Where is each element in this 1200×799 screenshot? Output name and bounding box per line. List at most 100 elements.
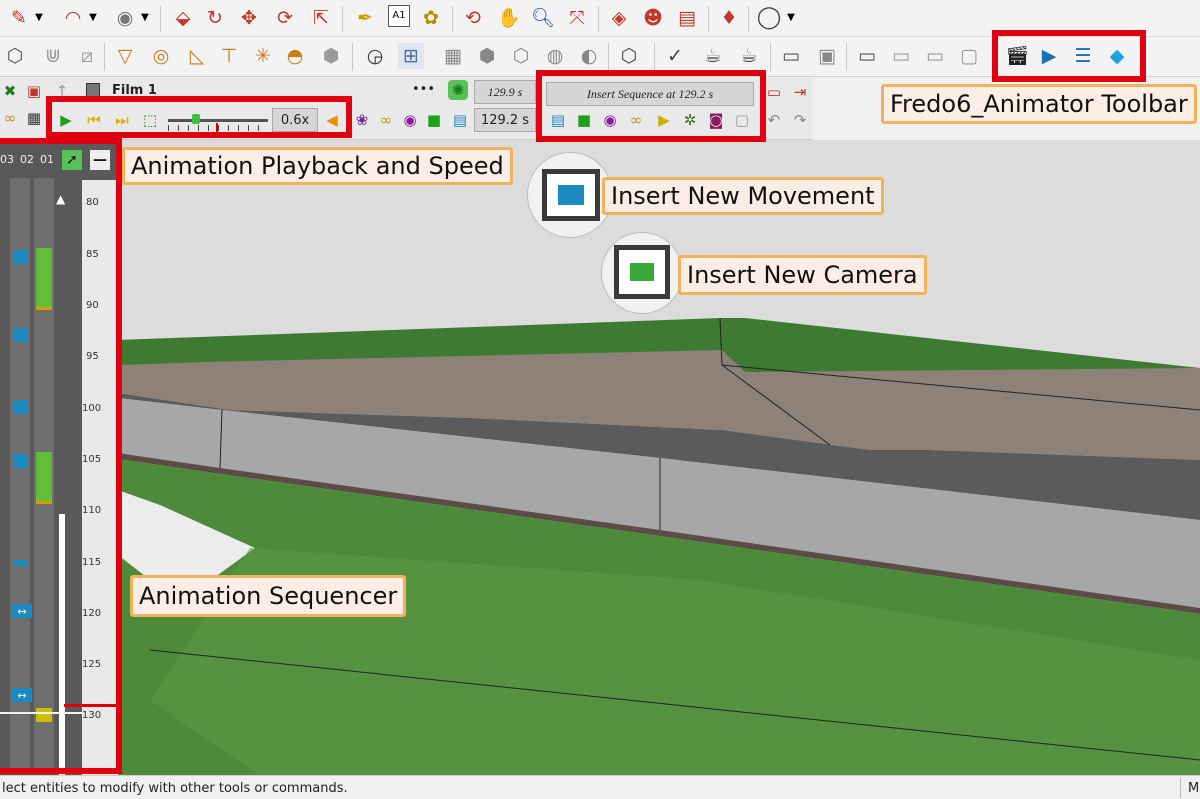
insert-play-icon[interactable]: ▶ xyxy=(654,110,674,130)
lamp-icon[interactable]: ▽ xyxy=(112,43,138,69)
track-column[interactable] xyxy=(10,178,30,768)
component-faces-icon[interactable]: ☻ xyxy=(640,5,666,31)
user-account-icon[interactable]: ◯ xyxy=(756,5,782,31)
cube-a-icon[interactable]: ▦ xyxy=(440,43,466,69)
calculator-icon[interactable]: ▦ xyxy=(24,108,44,128)
insert-light-icon[interactable]: ✲ xyxy=(680,110,700,130)
dropdown-arrow-icon[interactable]: ▼ xyxy=(784,5,798,31)
yellow-clip[interactable] xyxy=(36,708,52,722)
speed-arrow-icon[interactable]: ◀ xyxy=(322,110,342,130)
redo-icon[interactable]: ↷ xyxy=(790,110,810,130)
clip-icon[interactable] xyxy=(14,328,28,342)
window-b-icon[interactable]: ▭ xyxy=(888,43,914,69)
pan-hand-icon[interactable]: ✋ xyxy=(496,5,522,31)
scroll-up-icon[interactable]: ▲ xyxy=(56,192,65,206)
zoom-extents-icon[interactable]: ⤧ xyxy=(564,5,590,31)
cube-pointer-icon[interactable]: ⬡ xyxy=(616,43,642,69)
circle-icon[interactable]: ⬢ xyxy=(318,43,344,69)
clip-icon[interactable] xyxy=(14,454,28,468)
viewport-3d[interactable] xyxy=(0,140,1200,775)
tape-measure-icon[interactable]: ✒ xyxy=(352,5,378,31)
rotate-icon[interactable]: ↻ xyxy=(202,5,228,31)
ball-c-icon[interactable]: ◐ xyxy=(576,43,602,69)
play-icon[interactable]: ▶ xyxy=(56,110,76,130)
lock-icon[interactable]: ▢ xyxy=(956,43,982,69)
insert-eye-icon[interactable]: ◉ xyxy=(600,110,620,130)
checker-icon[interactable]: ⊞ xyxy=(398,43,424,69)
green-clip[interactable] xyxy=(36,248,52,310)
close-tools-icon[interactable]: ✖ xyxy=(0,81,20,101)
arrow-clip[interactable]: ↔ xyxy=(12,688,32,702)
red-box-icon[interactable]: ▣ xyxy=(24,81,44,101)
dropdown-arrow-icon[interactable]: ▼ xyxy=(86,5,100,31)
clip-icon[interactable] xyxy=(14,250,28,264)
skip-end-icon[interactable]: ⏭︎ xyxy=(112,110,132,130)
box-icon[interactable]: ⬡ xyxy=(2,43,28,69)
move-icon[interactable]: ✥ xyxy=(236,5,262,31)
grass-icon[interactable]: ⋓ xyxy=(40,43,66,69)
clapper-icon[interactable]: 🎬︎ xyxy=(1004,43,1030,69)
paste-icon[interactable]: ▢ xyxy=(732,110,752,130)
screen-play-icon[interactable]: ▶ xyxy=(1036,43,1062,69)
camera-lens-icon[interactable]: ◆ xyxy=(1104,43,1130,69)
insert-eye-dark-icon[interactable]: ◙ xyxy=(706,110,726,130)
teapot-hand-icon[interactable]: ☕︎ xyxy=(736,43,762,69)
eraser-icon[interactable]: ⧄ xyxy=(74,43,100,69)
section-red-icon[interactable]: ◈ xyxy=(606,5,632,31)
table-icon[interactable]: ◺ xyxy=(184,43,210,69)
clip-icon[interactable] xyxy=(14,400,28,414)
dome-icon[interactable]: ✳ xyxy=(250,43,276,69)
window-c-icon[interactable]: ▭ xyxy=(922,43,948,69)
insert-links-icon[interactable]: ∞ xyxy=(626,110,646,130)
scale-icon[interactable]: ⇱ xyxy=(308,5,334,31)
scroll-thumb[interactable] xyxy=(59,514,65,779)
sphere-icon[interactable]: ◓ xyxy=(282,43,308,69)
paw-icon[interactable]: ❀ xyxy=(352,110,372,130)
window-a-icon[interactable]: ▭ xyxy=(854,43,880,69)
slider-thumb[interactable] xyxy=(192,114,200,124)
zoom-icon[interactable]: 🔍︎ xyxy=(530,5,556,31)
insert-movement-icon[interactable]: ▤ xyxy=(548,110,568,130)
target-icon[interactable]: ◎ xyxy=(148,43,174,69)
sequencer-scrollbar[interactable]: ▲ xyxy=(56,192,68,779)
exit-icon[interactable]: ⇥ xyxy=(790,82,810,102)
nodes-icon[interactable]: ∞ xyxy=(0,108,20,128)
movement-icon[interactable]: ▤ xyxy=(450,110,470,130)
more-options-dots[interactable]: ••• xyxy=(412,82,435,97)
eye-icon[interactable]: ◉ xyxy=(400,110,420,130)
skip-start-icon[interactable]: ⏮︎ xyxy=(84,110,104,130)
sun-icon[interactable]: ⊤ xyxy=(216,43,242,69)
gem-icon[interactable]: ♦ xyxy=(716,5,742,31)
pencil-icon[interactable]: ✎ xyxy=(6,5,32,31)
speed-value[interactable]: 0.6x xyxy=(272,108,318,132)
teapot-icon[interactable]: ☕︎ xyxy=(700,43,726,69)
frame-select-icon[interactable]: ⬚ xyxy=(140,110,160,130)
refresh-icon[interactable]: ⟳ xyxy=(272,5,298,31)
select-arrow-button[interactable]: ➚ xyxy=(62,150,82,170)
save-icon[interactable]: ▭ xyxy=(764,82,784,102)
sliders-icon[interactable]: ☰ xyxy=(1070,43,1096,69)
paint-bucket-icon[interactable]: ◉ xyxy=(112,5,138,31)
insert-camera-icon[interactable]: ■ xyxy=(574,110,594,130)
text-label-icon[interactable]: A1 xyxy=(388,5,410,27)
clip-icon[interactable] xyxy=(14,560,28,566)
ball-a-icon[interactable]: ⬡ xyxy=(508,43,534,69)
dropdown-arrow-icon[interactable]: ▼ xyxy=(138,5,152,31)
style-icon[interactable]: ▤ xyxy=(674,5,700,31)
paint-icon[interactable]: ✿ xyxy=(418,5,444,31)
check-icon[interactable]: ✓ xyxy=(662,43,688,69)
links-icon[interactable]: ∞ xyxy=(376,110,396,130)
orbit-icon[interactable]: ⟲ xyxy=(460,5,486,31)
ball-b-icon[interactable]: ◍ xyxy=(542,43,568,69)
minus-button[interactable]: — xyxy=(90,150,110,170)
frame-icon[interactable]: ▣ xyxy=(814,43,840,69)
film-reel-icon[interactable]: ✺ xyxy=(448,80,468,100)
green-clip[interactable] xyxy=(36,452,52,504)
arc-icon[interactable]: ◠ xyxy=(60,5,86,31)
dropdown-arrow-icon[interactable]: ▼ xyxy=(32,5,46,31)
tray-icon[interactable]: ▭ xyxy=(778,43,804,69)
push-pull-icon[interactable]: ⬙ xyxy=(170,5,196,31)
playback-slider[interactable] xyxy=(168,114,268,133)
cube-b-icon[interactable]: ⬢ xyxy=(474,43,500,69)
undo-icon[interactable]: ↶ xyxy=(764,110,784,130)
